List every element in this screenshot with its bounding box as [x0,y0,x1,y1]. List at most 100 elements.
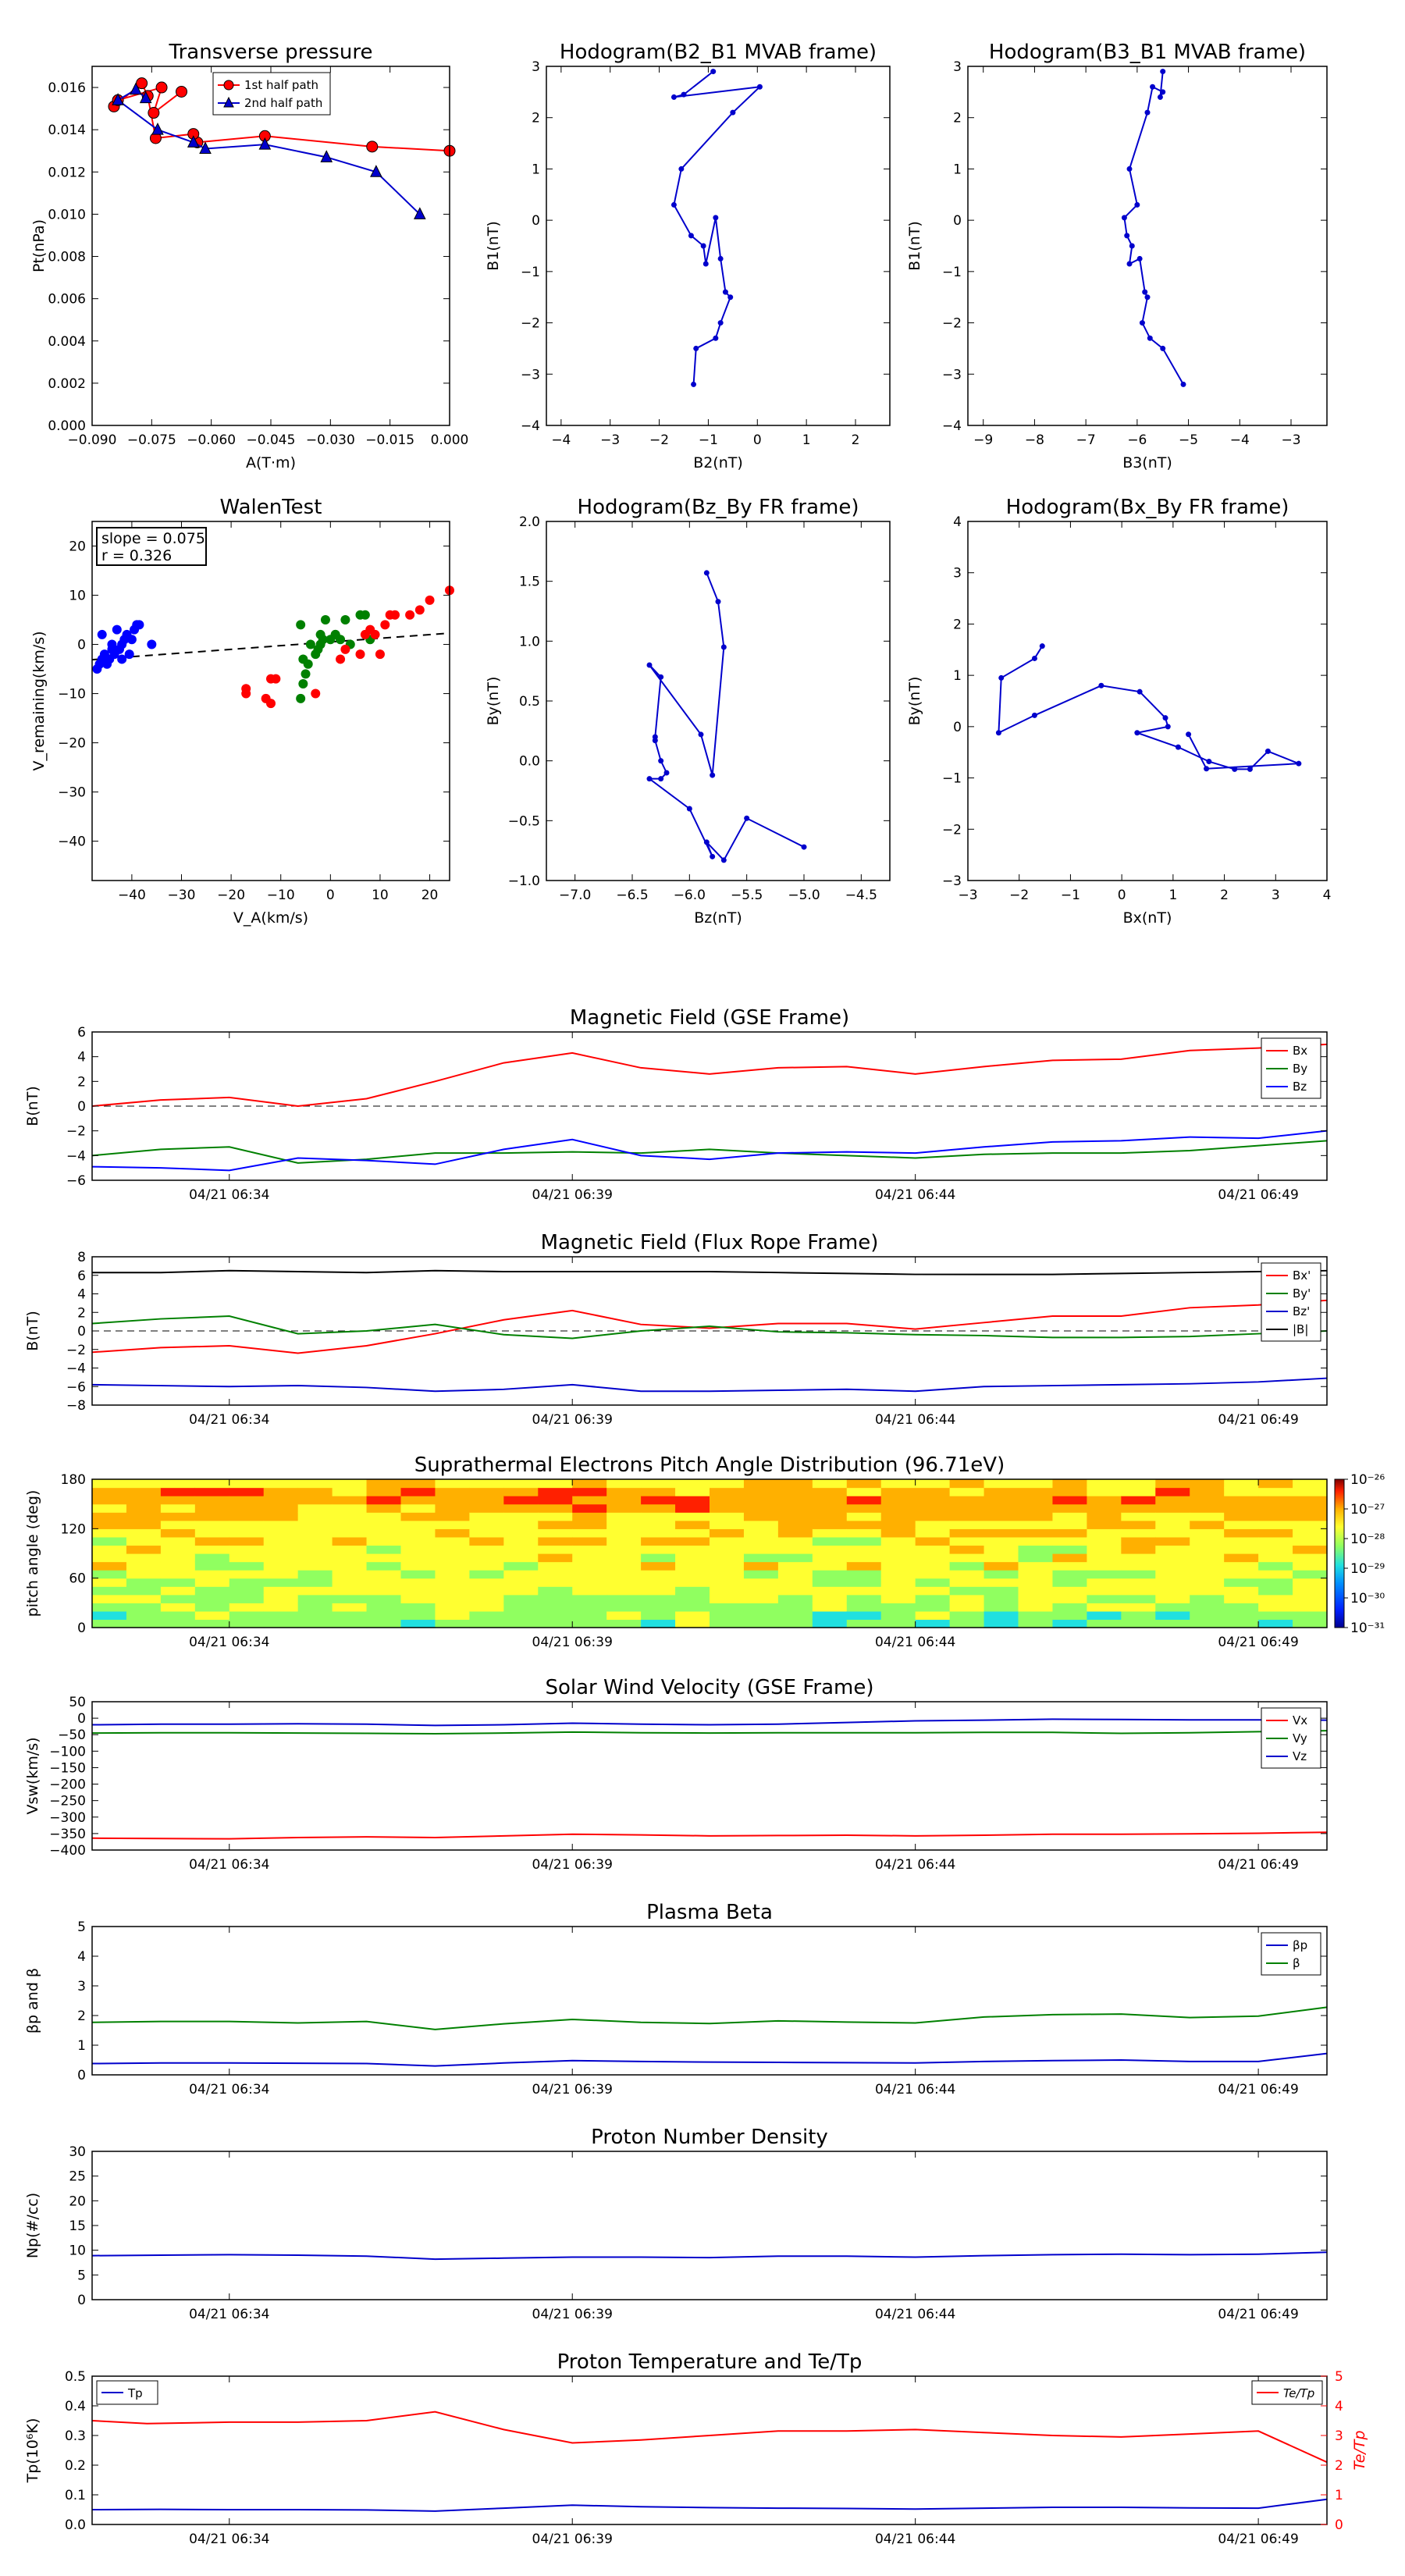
heatmap-cell [675,1619,710,1628]
heatmap-cell [160,1487,196,1496]
data-marker [1136,688,1143,695]
heatmap-cell [503,1586,539,1596]
heatmap-cell [160,1553,196,1563]
scatter-point [330,629,340,639]
y-tick-label: 4 [953,514,962,530]
data-marker [710,69,717,75]
heatmap-cell [126,1512,162,1521]
x-tick-label: 2 [1220,888,1229,903]
heatmap-cell [1018,1570,1054,1579]
heatmap-cell [915,1496,951,1505]
x-tick-label: 4 [1323,888,1332,903]
heatmap-cell [92,1586,127,1596]
heatmap-cell [1087,1594,1122,1603]
heatmap-cell [263,1536,299,1546]
heatmap-cell [1052,1619,1087,1628]
y-tick-label: −350 [49,1827,86,1842]
x-tick-label: −2 [1009,888,1029,903]
heatmap-cell [400,1487,436,1496]
heatmap-cell [880,1528,916,1538]
heatmap-cell [469,1578,504,1587]
heatmap-cell [880,1570,916,1579]
x-tick-label: −10 [267,888,295,903]
legend-label: Bx [1293,1044,1307,1058]
heatmap-cell [400,1570,436,1579]
heatmap-cell [126,1586,162,1596]
heatmap-cell [812,1536,848,1546]
heatmap-cell [366,1512,402,1521]
heatmap-cell [435,1553,470,1563]
scatter-point [126,635,137,645]
scatter-point [370,629,380,639]
data-marker [1264,748,1271,754]
y-tick-label: −30 [58,785,86,801]
heatmap-cell [606,1578,642,1587]
heatmap-cell [1190,1603,1225,1612]
scatter-point [266,674,276,684]
heatmap-cell [984,1610,1019,1621]
heatmap-cell [332,1553,368,1563]
heatmap-cell [641,1586,676,1596]
heatmap-cell [675,1512,710,1521]
heatmap-cell [229,1570,265,1579]
heatmap-cell [263,1520,299,1529]
heatmap-cell [1087,1520,1122,1529]
y-tick-label: 0 [532,213,540,229]
chart-panel-9: 10⁻²⁶ 10⁻²⁷ 10⁻²⁸ 10⁻²⁹ 10⁻³⁰ 10⁻³¹ 04/21 06:3… [24,1453,1385,1650]
heatmap-cell [1293,1528,1328,1538]
heatmap-cell [675,1561,710,1571]
data-marker [1160,345,1166,351]
data-marker [710,853,716,859]
scatter-point [107,639,117,649]
data-marker [1129,243,1135,249]
heatmap-cell [1087,1479,1122,1489]
heatmap-cell [710,1586,745,1596]
x-tick-label: −7 [1076,432,1096,448]
x-tick-label: 04/21 06:39 [532,1635,613,1650]
heatmap-cell [606,1610,642,1621]
heatmap-cell [812,1578,848,1587]
colorbar-tick-label: 10⁻²⁸ [1350,1532,1385,1547]
heatmap-cell [1052,1603,1087,1612]
heatmap-cell [949,1487,985,1496]
heatmap-cell [641,1619,676,1628]
heatmap-cell [675,1520,710,1529]
heatmap-cell [777,1586,813,1596]
heatmap-cell [194,1619,230,1628]
heatmap-cell [1293,1520,1328,1529]
x-tick-label: −0.060 [187,432,236,448]
heatmap-cell [160,1586,196,1596]
heatmap-cell [812,1496,848,1505]
heatmap-cell [1293,1603,1328,1612]
scatter-point [241,684,251,694]
heatmap-cell [160,1561,196,1571]
x-tick-label: 04/21 06:44 [875,1412,955,1428]
heatmap-cell [297,1561,333,1571]
heatmap-cell [1258,1561,1293,1571]
x-axis-label: B3(nT) [1122,454,1172,471]
heatmap-cell [435,1479,470,1489]
x-tick-label: 0 [1118,888,1126,903]
heatmap-cell [710,1578,745,1587]
legend-label: Bx' [1293,1268,1311,1283]
chart-panel-6: −3 −2 −1 0 1 2 3 4 −3 −2 −1 0 1 2 3 4 Hodogram(Bx_By FR … [906,496,1331,927]
legend-box [1261,1932,1321,1976]
y-axis-label: Tp(10⁶K) [24,2418,41,2484]
heatmap-cell [469,1496,504,1505]
legend-label: 1st half path [244,78,318,92]
heatmap-cell [366,1570,402,1579]
heatmap-cell [606,1570,642,1579]
x-tick-label: 04/21 06:34 [189,1412,269,1428]
data-marker [670,201,677,208]
heatmap-cell [400,1528,436,1538]
heatmap-cell [160,1520,196,1529]
data-marker [1232,766,1238,772]
heatmap-cell [538,1570,573,1579]
heatmap-cell [503,1570,539,1579]
data-marker [722,289,728,295]
data-marker [703,839,710,845]
heatmap-cell [435,1487,470,1496]
plot-frame [91,2151,1328,2300]
y-tick-label: 1.5 [519,575,540,590]
series-line-Tp [91,2498,1328,2512]
